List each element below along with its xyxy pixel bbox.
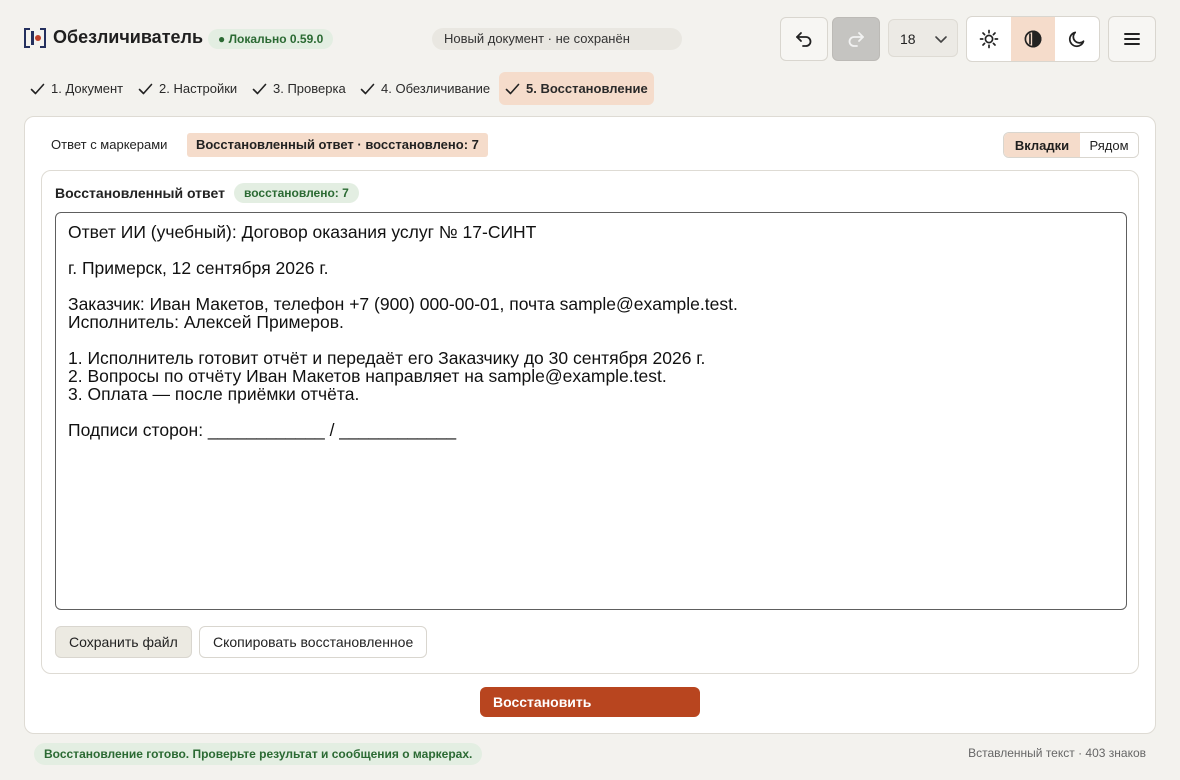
moon-icon (1069, 31, 1085, 48)
restored-text-area[interactable]: Ответ ИИ (учебный): Договор оказания усл… (55, 212, 1127, 610)
theme-switcher (966, 16, 1100, 62)
font-size-select[interactable]: 18 (888, 19, 958, 57)
panel-title: Восстановленный ответ (55, 185, 225, 201)
status-message: Восстановление готово. Проверьте результ… (34, 743, 483, 765)
copy-restored-button[interactable]: Скопировать восстановленное (199, 626, 428, 658)
chevron-down-icon (935, 36, 947, 43)
restored-count-badge: восстановлено: 7 (234, 183, 359, 203)
step-restore[interactable]: 5. Восстановление (499, 72, 654, 105)
step-document[interactable]: 1. Документ (24, 72, 129, 105)
sun-icon (979, 29, 999, 49)
font-size-value: 18 (900, 31, 916, 47)
check-icon (138, 83, 153, 94)
theme-contrast-button[interactable] (1011, 17, 1055, 61)
check-icon (252, 83, 267, 94)
tab-markers[interactable]: Ответ с маркерами (51, 137, 167, 152)
view-mode-toggle: Вкладки Рядом (1003, 132, 1139, 158)
app-title: Обезличиватель (53, 27, 204, 47)
step-label: 1. Документ (51, 81, 124, 96)
view-side-button[interactable]: Рядом (1080, 133, 1138, 157)
step-label: 4. Обезличивание (381, 81, 491, 96)
restore-button[interactable]: Восстановить (480, 687, 700, 717)
document-status: Новый документ · не сохранён (432, 28, 682, 50)
step-settings[interactable]: 2. Настройки (132, 72, 243, 105)
step-label: 3. Проверка (273, 81, 346, 96)
undo-button[interactable] (780, 17, 828, 61)
redo-button[interactable] (832, 17, 880, 61)
check-icon (505, 83, 520, 94)
step-anonymize[interactable]: 4. Обезличивание (354, 72, 496, 105)
contrast-icon (1024, 30, 1042, 48)
redo-icon (848, 32, 864, 47)
theme-light-button[interactable] (967, 17, 1011, 61)
version-badge: ● Локально 0.59.0 (208, 29, 334, 49)
check-icon (30, 83, 45, 94)
view-tabs-button[interactable]: Вкладки (1004, 133, 1080, 157)
check-icon (360, 83, 375, 94)
char-count: Вставленный текст · 403 знаков (968, 746, 1146, 760)
restore-card: Ответ с маркерами Восстановленный ответ … (24, 116, 1156, 734)
save-file-button[interactable]: Сохранить файл (55, 626, 192, 658)
app-logo-icon (24, 28, 46, 48)
step-label: 2. Настройки (159, 81, 238, 96)
tab-restored[interactable]: Восстановленный ответ · восстановлено: 7 (187, 133, 488, 157)
menu-button[interactable] (1108, 16, 1156, 62)
step-label: 5. Восстановление (526, 81, 648, 96)
theme-dark-button[interactable] (1055, 17, 1099, 61)
app-header: Обезличиватель ● Локально 0.59.0 Новый д… (0, 0, 1180, 72)
step-review[interactable]: 3. Проверка (246, 72, 352, 105)
hamburger-icon (1124, 33, 1140, 45)
undo-icon (796, 32, 812, 47)
restored-panel: Восстановленный ответ восстановлено: 7 О… (41, 170, 1139, 674)
